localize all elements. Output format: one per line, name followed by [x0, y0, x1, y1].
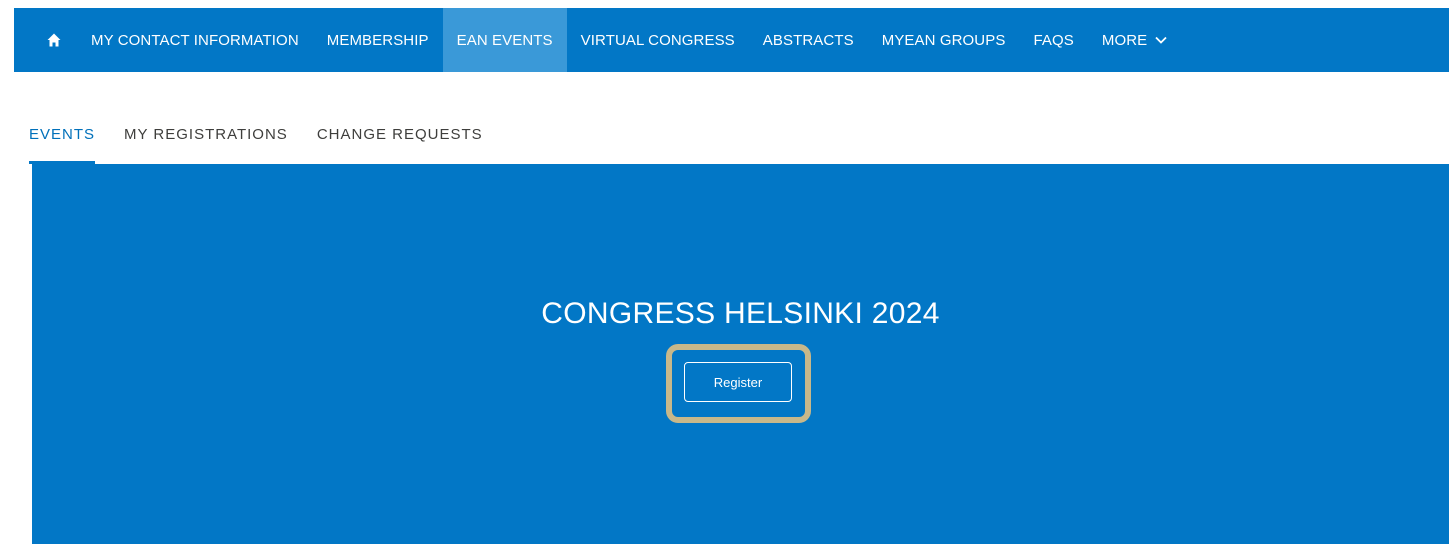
nav-item-myean-groups[interactable]: MYEAN GROUPS — [868, 8, 1020, 72]
event-title: CONGRESS HELSINKI 2024 — [541, 297, 940, 330]
nav-item-more[interactable]: MORE — [1088, 8, 1181, 72]
sub-tabs: EVENTS MY REGISTRATIONS CHANGE REQUESTS — [29, 112, 512, 164]
tab-events[interactable]: EVENTS — [29, 112, 96, 164]
home-button[interactable] — [31, 8, 77, 72]
event-banner: CONGRESS HELSINKI 2024 Register — [32, 164, 1449, 544]
register-button[interactable]: Register — [684, 362, 792, 402]
more-label: MORE — [1101, 31, 1148, 49]
nav-item-my-contact-information[interactable]: MY CONTACT INFORMATION — [77, 8, 313, 72]
top-navigation: MY CONTACT INFORMATION MEMBERSHIP EAN EV… — [14, 8, 1449, 72]
tab-my-registrations[interactable]: MY REGISTRATIONS — [124, 112, 288, 164]
nav-item-membership[interactable]: MEMBERSHIP — [313, 8, 443, 72]
home-icon — [47, 33, 61, 47]
nav-item-virtual-congress[interactable]: VIRTUAL CONGRESS — [567, 8, 749, 72]
tab-change-requests[interactable]: CHANGE REQUESTS — [317, 112, 483, 164]
nav-item-ean-events[interactable]: EAN EVENTS — [442, 8, 567, 72]
nav-item-abstracts[interactable]: ABSTRACTS — [749, 8, 868, 72]
chevron-down-icon — [1155, 36, 1167, 44]
page: MY CONTACT INFORMATION MEMBERSHIP EAN EV… — [0, 0, 1449, 544]
nav-item-faqs[interactable]: FAQS — [1019, 8, 1087, 72]
